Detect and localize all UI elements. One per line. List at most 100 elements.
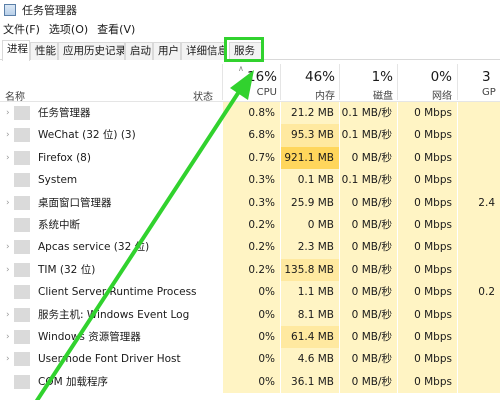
process-disk: 0 MB/秒 [340, 303, 397, 326]
process-name: Usermode Font Driver Host [38, 353, 181, 366]
process-icon [14, 352, 30, 367]
process-name: 任务管理器 [38, 107, 91, 119]
process-gpu [458, 146, 500, 170]
process-memory: 921.1 MB [281, 146, 339, 170]
process-memory: 135.8 MB [281, 258, 339, 282]
expand-chevron-icon[interactable]: › [6, 304, 10, 326]
process-name: Client Server Runtime Process [38, 286, 197, 299]
expand-chevron-icon[interactable]: › [6, 236, 10, 258]
expand-chevron-icon[interactable]: › [6, 124, 10, 146]
network-total: 0% [430, 69, 452, 85]
gpu-total: 3 [482, 69, 491, 85]
disk-total: 1% [371, 69, 393, 85]
process-icon [14, 173, 30, 188]
process-disk: 0.1 MB/秒 [340, 102, 397, 125]
process-row[interactable]: › 桌面窗口管理器 0.3% 25.9 MB 0 MB/秒 0 Mbps 2.4 [0, 191, 500, 214]
process-gpu: 2.4 [458, 191, 500, 214]
menu-file[interactable]: 文件(F) [0, 21, 46, 37]
sort-caret-icon: ∧ [238, 64, 244, 73]
menu-options[interactable]: 选项(O) [46, 21, 94, 37]
process-disk: 0 MB/秒 [340, 146, 397, 170]
process-icon [14, 217, 30, 232]
column-status-header[interactable]: 状态 [193, 88, 213, 103]
process-row[interactable]: 系统中断 0.2% 0 MB 0 MB/秒 0 Mbps [0, 213, 500, 237]
column-name-header[interactable]: 名称 [5, 88, 25, 103]
menu-bar: 文件(F) 选项(O) 查看(V) [0, 20, 141, 38]
tab-performance[interactable]: 性能 [30, 42, 58, 60]
expand-chevron-icon[interactable]: › [6, 102, 10, 124]
process-row[interactable]: Client Server Runtime Process 0% 1.1 MB 0 M… [0, 281, 500, 304]
process-network: 0 Mbps [398, 236, 457, 259]
process-gpu [458, 213, 500, 237]
process-cpu: 0.8% [223, 102, 280, 125]
process-icon [14, 106, 30, 120]
process-network: 0 Mbps [398, 124, 457, 147]
tab-startup[interactable]: 启动 [125, 42, 153, 60]
expand-chevron-icon[interactable]: › [6, 192, 10, 214]
process-disk: 0 MB/秒 [340, 348, 397, 371]
expand-chevron-icon[interactable]: › [6, 348, 10, 370]
expand-chevron-icon[interactable]: › [6, 259, 10, 281]
process-row[interactable]: › Firefox (8) 0.7% 921.1 MB 0 MB/秒 0 Mbps [0, 146, 500, 170]
process-name: COM 加载程序 [38, 375, 108, 388]
process-network: 0 Mbps [398, 169, 457, 192]
process-icon [14, 374, 30, 389]
tab-app-history[interactable]: 应用历史记录 [58, 42, 125, 60]
process-cpu: 0.2% [223, 213, 280, 237]
process-row[interactable]: › TIM (32 位) 0.2% 135.8 MB 0 MB/秒 0 Mbps [0, 258, 500, 282]
process-memory: 4.6 MB [281, 348, 339, 371]
process-icon [14, 240, 30, 255]
process-disk: 0 MB/秒 [340, 191, 397, 214]
process-name: WeChat (32 位) (3) [38, 129, 136, 142]
tab-details[interactable]: 详细信息 [181, 42, 227, 60]
process-icon [14, 150, 30, 165]
process-icon [14, 128, 30, 143]
column-gpu-header[interactable]: 3 GP [482, 60, 500, 98]
column-divider [457, 64, 458, 100]
process-gpu [458, 348, 500, 371]
annotation-highlight-box [224, 37, 264, 62]
process-icon [14, 285, 30, 300]
process-disk: 0.1 MB/秒 [340, 169, 397, 192]
process-row[interactable]: › Apcas service (32 位) 0.2% 2.3 MB 0 MB/秒 0 M… [0, 236, 500, 259]
process-name: TIM (32 位) [38, 263, 96, 276]
process-cpu: 6.8% [223, 124, 280, 147]
process-icon [14, 329, 30, 344]
process-disk: 0 MB/秒 [340, 258, 397, 282]
process-icon [14, 262, 30, 277]
process-network: 0 Mbps [398, 191, 457, 214]
column-memory-header[interactable]: 46% 内存 [281, 60, 339, 102]
process-network: 0 Mbps [398, 213, 457, 237]
column-cpu-header[interactable]: 16% CPU [223, 60, 280, 98]
process-row[interactable]: › 任务管理器 0.8% 21.2 MB 0.1 MB/秒 0 Mbps [0, 102, 500, 125]
process-row[interactable]: › 服务主机: Windows Event Log 0% 8.1 MB 0 MB/秒 0 … [0, 303, 500, 326]
expand-chevron-icon[interactable]: › [6, 147, 10, 169]
process-memory: 25.9 MB [281, 191, 339, 214]
tab-processes[interactable]: 进程 [2, 40, 30, 61]
process-row[interactable]: COM 加载程序 0% 36.1 MB 0 MB/秒 0 Mbps [0, 370, 500, 394]
process-cpu: 0.7% [223, 146, 280, 170]
process-network: 0 Mbps [398, 348, 457, 371]
process-row[interactable]: › Usermode Font Driver Host 0% 4.6 MB 0 MB/秒… [0, 348, 500, 371]
memory-total: 46% [304, 69, 335, 85]
process-disk: 0.1 MB/秒 [340, 124, 397, 147]
process-network: 0 Mbps [398, 325, 457, 349]
process-gpu [458, 169, 500, 192]
process-name: 服务主机: Windows Event Log [38, 308, 190, 321]
column-disk-header[interactable]: 1% 磁盘 [340, 60, 397, 102]
process-row[interactable]: › Windows 资源管理器 0% 61.4 MB 0 MB/秒 0 Mbps [0, 325, 500, 349]
process-row[interactable]: System 0.3% 0.1 MB 0.1 MB/秒 0 Mbps [0, 169, 500, 192]
process-memory: 2.3 MB [281, 236, 339, 259]
process-disk: 0 MB/秒 [340, 281, 397, 304]
tab-users[interactable]: 用户 [153, 42, 181, 60]
process-gpu: 0.2 [458, 281, 500, 304]
process-memory: 95.3 MB [281, 124, 339, 147]
process-gpu [458, 258, 500, 282]
menu-view[interactable]: 查看(V) [94, 21, 141, 37]
process-disk: 0 MB/秒 [340, 370, 397, 394]
title-bar: 任务管理器 [0, 0, 500, 20]
expand-chevron-icon[interactable]: › [6, 326, 10, 348]
process-row[interactable]: › WeChat (32 位) (3) 6.8% 95.3 MB 0.1 MB/秒 0 M… [0, 124, 500, 147]
process-network: 0 Mbps [398, 281, 457, 304]
column-network-header[interactable]: 0% 网络 [398, 60, 457, 102]
